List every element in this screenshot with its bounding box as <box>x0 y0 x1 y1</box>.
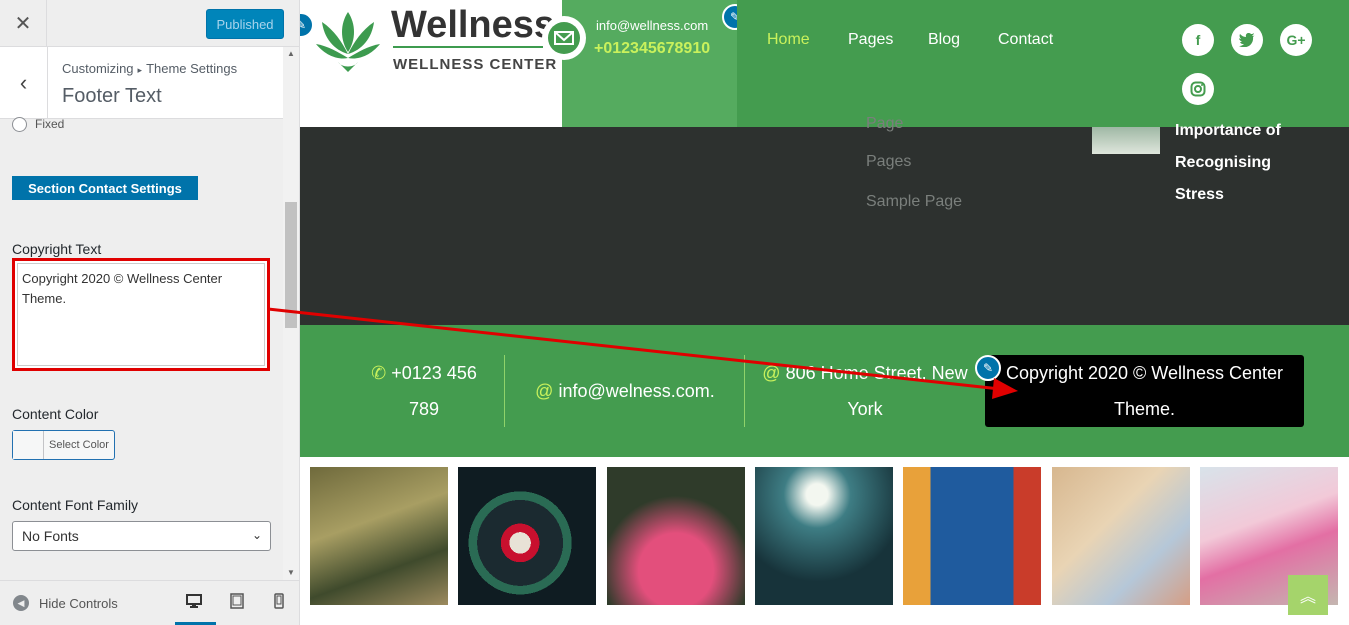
section-header: ‹ Customizing ▸ Theme Settings Footer Text <box>0 47 283 119</box>
color-swatch <box>13 431 44 459</box>
instagram-gallery <box>310 467 1349 605</box>
copyright-line: Theme. <box>1113 399 1176 419</box>
footer-phone-line: +0123 456 <box>391 363 477 383</box>
google-plus-icon[interactable]: G+ <box>1280 24 1312 56</box>
desktop-preview-icon[interactable] <box>186 593 202 611</box>
blog-post-title[interactable]: Recognising <box>1175 154 1271 172</box>
blog-post-title[interactable]: Stress <box>1175 186 1224 204</box>
nav-blog[interactable]: Blog <box>928 31 960 49</box>
nav-pages[interactable]: Pages <box>848 31 893 49</box>
header-email[interactable]: info@wellness.com <box>596 18 708 33</box>
close-customizer-button[interactable]: ✕ <box>0 0 47 47</box>
footer-email[interactable]: @ info@welness.com. <box>530 373 720 409</box>
logo-name[interactable]: Wellness <box>391 4 555 47</box>
customizer-topbar: ✕ Published <box>0 0 299 47</box>
footer-phone-line: 789 <box>408 399 440 419</box>
select-color-button[interactable]: Select Color <box>12 430 115 460</box>
scroll-down-arrow-icon[interactable]: ▼ <box>283 566 299 580</box>
gallery-photo[interactable] <box>310 467 448 605</box>
scroll-to-top-button[interactable]: ︽ <box>1288 575 1328 615</box>
publish-button[interactable]: Published <box>206 9 284 39</box>
footer-link[interactable]: Sample Page <box>866 193 962 211</box>
chevron-down-icon: ⌄ <box>251 528 262 542</box>
hide-controls-label: Hide Controls <box>39 595 118 611</box>
collapse-icon: ◀ <box>13 595 29 611</box>
footer-copyright[interactable]: Copyright 2020 © Wellness Center Theme. <box>985 355 1304 427</box>
site-preview: Wellness WELLNESS CENTER ✎ info@wellness… <box>300 0 1349 625</box>
breadcrumb-separator-icon: ▸ <box>137 65 143 75</box>
lotus-logo-icon <box>316 12 380 72</box>
copyright-text-label: Copyright Text <box>12 241 102 257</box>
divider <box>504 355 505 427</box>
copyright-text-field[interactable]: Copyright 2020 © Wellness Center Theme. <box>12 258 270 371</box>
copyright-text-value[interactable]: Copyright 2020 © Wellness Center Theme. <box>17 263 265 366</box>
section-title: Footer Text <box>62 85 162 107</box>
footer-address-line: York <box>847 399 883 419</box>
fixed-radio-label: Fixed <box>35 117 65 131</box>
breadcrumb: Customizing ▸ Theme Settings <box>62 61 237 76</box>
main-navigation: Home Pages Blog Contact f G+ <box>737 0 1349 127</box>
content-color-label: Content Color <box>12 406 99 422</box>
header-contact: info@wellness.com +012345678910 ✎ <box>542 0 748 127</box>
scrollbar-thumb[interactable] <box>285 202 297 328</box>
logo-divider <box>393 46 543 48</box>
content-font-family-select[interactable]: No Fonts ⌄ <box>12 521 271 551</box>
phone-icon: ✆ <box>371 363 387 383</box>
footer-widgets: Page Pages Sample Page Importance of Rec… <box>300 115 1349 325</box>
double-chevron-up-icon: ︽ <box>1299 589 1316 606</box>
divider <box>744 355 745 427</box>
email-circle-icon <box>542 16 586 60</box>
footer-contact-bar: ✆ +0123 456 789 @ info@welness.com. @ 806… <box>300 325 1349 457</box>
nav-contact[interactable]: Contact <box>998 31 1053 49</box>
chevron-left-icon: ‹ <box>19 69 28 95</box>
gallery-photo[interactable] <box>903 467 1041 605</box>
close-icon: ✕ <box>14 13 32 35</box>
fixed-radio[interactable] <box>12 117 27 132</box>
customizer-footer: ◀ Hide Controls <box>0 580 299 625</box>
customizer-sidebar: ✕ Published ‹ Customizing ▸ Theme Settings… <box>0 0 300 625</box>
copyright-line: Copyright 2020 © Wellness Center <box>1005 363 1284 383</box>
site-header: Wellness WELLNESS CENTER ✎ info@wellness… <box>300 0 1349 127</box>
header-phone[interactable]: +012345678910 <box>594 40 710 58</box>
section-contact-settings-heading: Section Contact Settings <box>12 176 198 200</box>
breadcrumb-parent: Theme Settings <box>146 61 238 76</box>
instagram-icon[interactable] <box>1182 73 1214 105</box>
tablet-preview-icon[interactable] <box>229 593 245 611</box>
hide-controls-button[interactable]: ◀ Hide Controls <box>13 595 118 611</box>
footer-address-line: 806 Home Street, New <box>785 363 968 383</box>
at-icon: @ <box>762 363 781 383</box>
sidebar-scrollbar[interactable]: ▲ ▼ <box>283 47 299 580</box>
gallery-photo[interactable] <box>1052 467 1190 605</box>
twitter-icon[interactable] <box>1231 24 1263 56</box>
font-family-value: No Fonts <box>22 528 79 544</box>
edit-shortcut-pencil-icon[interactable]: ✎ <box>975 355 1001 381</box>
footer-address[interactable]: @ 806 Home Street, New York <box>756 355 974 427</box>
footer-email-text: info@welness.com. <box>558 381 715 401</box>
back-button[interactable]: ‹ <box>0 47 48 118</box>
footer-phone[interactable]: ✆ +0123 456 789 <box>364 355 484 427</box>
footer-link[interactable]: Pages <box>866 153 911 171</box>
select-color-label: Select Color <box>49 439 109 451</box>
logo-area: Wellness WELLNESS CENTER ✎ <box>300 0 562 127</box>
footer-link[interactable]: Page <box>866 115 903 133</box>
edit-shortcut-pencil-icon[interactable]: ✎ <box>300 12 314 38</box>
gallery-photo[interactable] <box>755 467 893 605</box>
mobile-preview-icon[interactable] <box>271 593 287 611</box>
nav-home[interactable]: Home <box>767 31 810 49</box>
breadcrumb-root: Customizing <box>62 61 134 76</box>
blog-post-title[interactable]: Importance of <box>1175 122 1281 140</box>
logo-tagline: WELLNESS CENTER <box>393 56 558 73</box>
gallery-photo[interactable] <box>458 467 596 605</box>
blog-post-thumbnail[interactable] <box>1092 127 1160 154</box>
at-icon: @ <box>535 381 554 401</box>
facebook-icon[interactable]: f <box>1182 24 1214 56</box>
gallery-photo[interactable] <box>607 467 745 605</box>
scroll-up-arrow-icon[interactable]: ▲ <box>283 47 299 61</box>
content-font-family-label: Content Font Family <box>12 497 139 513</box>
